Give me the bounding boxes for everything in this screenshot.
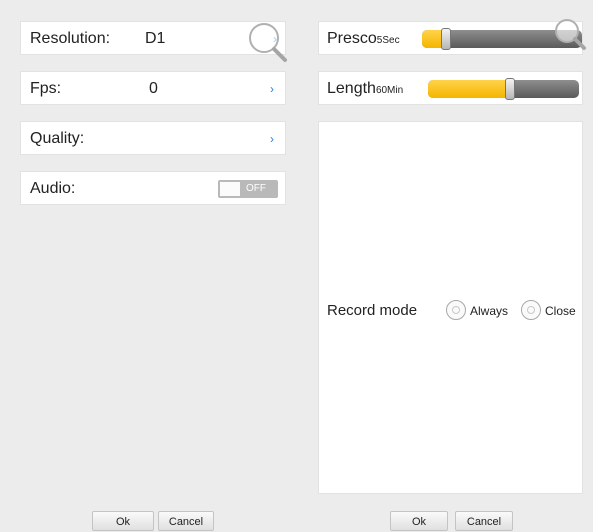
record-mode-panel: Record mode Always Close — [318, 121, 583, 494]
length-slider-fill — [428, 80, 509, 98]
quality-label: Quality: — [30, 130, 85, 147]
length-label-text: Length — [327, 80, 376, 97]
radio-close[interactable] — [521, 300, 541, 320]
right-ok-button[interactable]: Ok — [390, 511, 448, 531]
record-mode-label: Record mode — [327, 302, 418, 319]
left-ok-button[interactable]: Ok — [92, 511, 154, 531]
radio-close-label: Close — [545, 304, 576, 318]
presco-row: Presco5Sec — [318, 19, 586, 55]
presco-slider-thumb[interactable] — [441, 28, 452, 50]
resolution-row[interactable]: Resolution: D1 › — [20, 21, 287, 62]
fps-value: 0 — [149, 80, 158, 97]
presco-slider-fill — [422, 30, 443, 48]
quality-row[interactable]: Quality: › — [20, 121, 286, 155]
resolution-label: Resolution: — [30, 30, 111, 47]
length-label: Length60Min — [327, 80, 403, 98]
radio-always[interactable] — [446, 300, 466, 320]
fps-label: Fps: — [30, 80, 62, 97]
chevron-right-icon: › — [270, 132, 274, 146]
presco-label: Presco5Sec — [327, 30, 400, 48]
left-cancel-button[interactable]: Cancel — [158, 511, 214, 531]
length-slider[interactable] — [428, 78, 579, 100]
resolution-value: D1 — [145, 30, 166, 47]
magnifier-icon[interactable] — [243, 18, 291, 64]
right-cancel-button[interactable]: Cancel — [455, 511, 513, 531]
audio-row: Audio: OFF — [20, 171, 286, 205]
audio-toggle[interactable]: OFF — [218, 180, 278, 198]
fps-row[interactable]: Fps: 0 › — [20, 71, 286, 105]
length-unit: 60Min — [375, 85, 404, 96]
presco-unit: 5Sec — [376, 35, 400, 46]
presco-label-text: Presco — [327, 30, 377, 47]
chevron-right-icon: › — [270, 82, 274, 96]
magnifier-icon[interactable] — [547, 14, 589, 56]
radio-always-label: Always — [470, 304, 509, 318]
length-slider-thumb[interactable] — [505, 78, 515, 100]
toggle-knob — [220, 182, 240, 196]
audio-label: Audio: — [30, 180, 76, 197]
length-row: Length60Min — [318, 71, 583, 105]
audio-toggle-text: OFF — [246, 183, 266, 194]
